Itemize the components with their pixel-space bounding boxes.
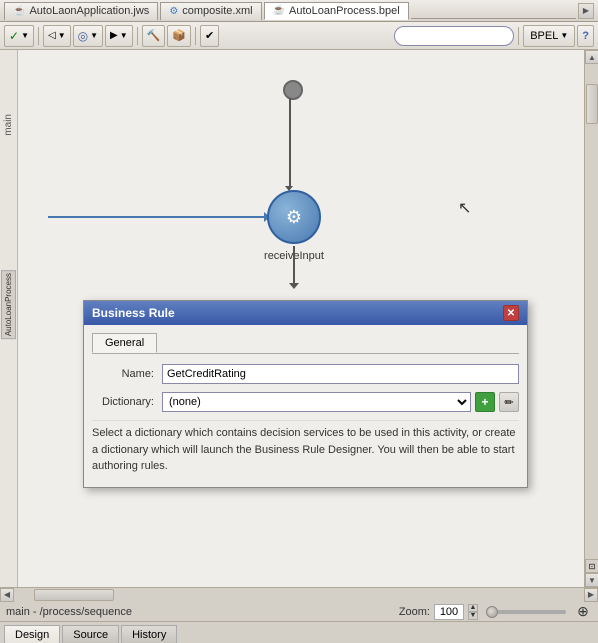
dictionary-select[interactable]: (none) [162, 392, 471, 412]
zoom-slider-thumb[interactable] [486, 606, 498, 618]
main-label: main [1, 110, 16, 140]
nav-btn[interactable]: ◁ ▼ [43, 25, 71, 47]
back-icon: ◁ [48, 30, 56, 41]
run-icon: ▶ [110, 30, 118, 41]
business-rule-dialog: Business Rule ✕ General Name: Dictionary… [83, 300, 528, 488]
dropdown-arrow5: ▼ [560, 31, 568, 40]
main-content: main AutoLoanProcess ⚙ receiveInput ↖ Bu… [0, 50, 598, 587]
target-icon: ◎ [78, 29, 88, 43]
bottom-tab-bar: Design Source History [0, 621, 598, 643]
h-scroll-thumb[interactable] [34, 589, 114, 601]
h-scrollbar: ◀ ▶ [0, 587, 598, 601]
mouse-cursor: ↖ [458, 198, 471, 218]
start-arrow [289, 98, 291, 188]
h-scroll-track[interactable] [14, 588, 584, 602]
scroll-track[interactable] [585, 64, 598, 559]
zoom-input[interactable] [434, 604, 464, 620]
name-label: Name: [92, 368, 162, 380]
dictionary-container: (none) + ✏ [162, 392, 519, 412]
validate-btn[interactable]: ✔ [200, 25, 219, 47]
zoom-control: Zoom: ▲ ▼ ⊕ [399, 603, 592, 621]
right-scrollbar: ▲ ⊡ ▼ [584, 50, 598, 587]
left-panel: main AutoLoanProcess [0, 50, 18, 587]
scroll-split-btn[interactable]: ⊡ [585, 559, 598, 573]
start-node [283, 80, 303, 100]
dropdown-arrow4: ▼ [120, 31, 128, 40]
autoloan-label: AutoLoanProcess [1, 270, 16, 339]
dictionary-label: Dictionary: [92, 396, 162, 408]
target-btn[interactable]: ◎ ▼ [73, 25, 103, 47]
after-receive-arrowhead [289, 283, 299, 289]
tab-source[interactable]: Source [62, 625, 119, 643]
dialog-description: Select a dictionary which contains decis… [92, 420, 519, 479]
dialog-close-btn[interactable]: ✕ [503, 305, 519, 321]
save-btn[interactable]: ✓ ▼ [4, 25, 34, 47]
dialog-titlebar: Business Rule ✕ [84, 301, 527, 325]
dropdown-arrow: ▼ [21, 31, 29, 40]
tab-jws[interactable]: ☕ AutoLaonApplication.jws [4, 2, 158, 20]
tab-design[interactable]: Design [4, 625, 60, 643]
help-icon: ? [582, 30, 589, 42]
sep1 [38, 27, 39, 45]
h-scroll-right-btn[interactable]: ▶ [584, 588, 598, 602]
title-bar: ☕ AutoLaonApplication.jws ⚙ composite.xm… [0, 0, 598, 22]
scroll-up-btn[interactable]: ▲ [585, 50, 598, 64]
zoom-up-btn[interactable]: ▲ [468, 604, 478, 612]
run-btn[interactable]: ▶ ▼ [105, 25, 133, 47]
dictionary-row: Dictionary: (none) + ✏ [92, 392, 519, 412]
zoom-down-btn[interactable]: ▼ [468, 612, 478, 620]
dialog-title: Business Rule [92, 306, 175, 320]
receive-node[interactable]: ⚙ [267, 190, 321, 244]
h-scroll-left-btn[interactable]: ◀ [0, 588, 14, 602]
dialog-body: General Name: Dictionary: (none) + ✏ [84, 325, 527, 487]
h-arrow [48, 216, 266, 218]
deploy-icon: 📦 [172, 29, 186, 42]
gear-icon: ⚙ [286, 207, 302, 228]
dropdown-arrow3: ▼ [90, 31, 98, 40]
validate-icon: ✔ [205, 29, 214, 42]
edit-dictionary-btn[interactable]: ✏ [499, 392, 519, 412]
after-receive-arrow [293, 246, 295, 286]
name-input[interactable] [162, 364, 519, 384]
toolbar: ✓ ▼ ◁ ▼ ◎ ▼ ▶ ▼ 🔨 📦 ✔ BPEL ▼ ? [0, 22, 598, 50]
zoom-label: Zoom: [399, 606, 430, 618]
add-dictionary-btn[interactable]: + [475, 392, 495, 412]
zoom-slider[interactable] [486, 610, 566, 614]
tab-scroll-right[interactable]: ▶ [578, 3, 594, 19]
bpel-menu-btn[interactable]: BPEL ▼ [523, 25, 575, 47]
general-tab[interactable]: General [92, 333, 157, 353]
zoom-spinner: ▲ ▼ [468, 604, 478, 620]
tab-bpel[interactable]: ☕ AutoLoanProcess.bpel [264, 2, 409, 20]
status-bar: main - /process/sequence Zoom: ▲ ▼ ⊕ [0, 601, 598, 621]
help-btn[interactable]: ? [577, 25, 594, 47]
dialog-tab-bar: General [92, 333, 519, 354]
bpel-icon: ☕ [273, 5, 285, 16]
xml-icon: ⚙ [169, 6, 178, 17]
search-input[interactable] [394, 26, 514, 46]
tab-history[interactable]: History [121, 625, 177, 643]
scroll-thumb[interactable] [586, 84, 598, 124]
zoom-settings-icon[interactable]: ⊕ [574, 603, 592, 621]
deploy-btn[interactable]: 📦 [167, 25, 191, 47]
build-icon: 🔨 [147, 29, 161, 42]
tab-xml[interactable]: ⚙ composite.xml [160, 2, 261, 20]
check-icon: ✓ [9, 29, 19, 43]
scroll-down-btn[interactable]: ▼ [585, 573, 598, 587]
jws-icon: ☕ [13, 6, 25, 17]
build-btn[interactable]: 🔨 [142, 25, 166, 47]
sep4 [518, 27, 519, 45]
sep3 [195, 27, 196, 45]
sep2 [137, 27, 138, 45]
status-path: main - /process/sequence [6, 606, 399, 618]
canvas-area[interactable]: ⚙ receiveInput ↖ Business Rule ✕ General… [18, 50, 584, 587]
dropdown-arrow2: ▼ [58, 31, 66, 40]
name-row: Name: [92, 364, 519, 384]
